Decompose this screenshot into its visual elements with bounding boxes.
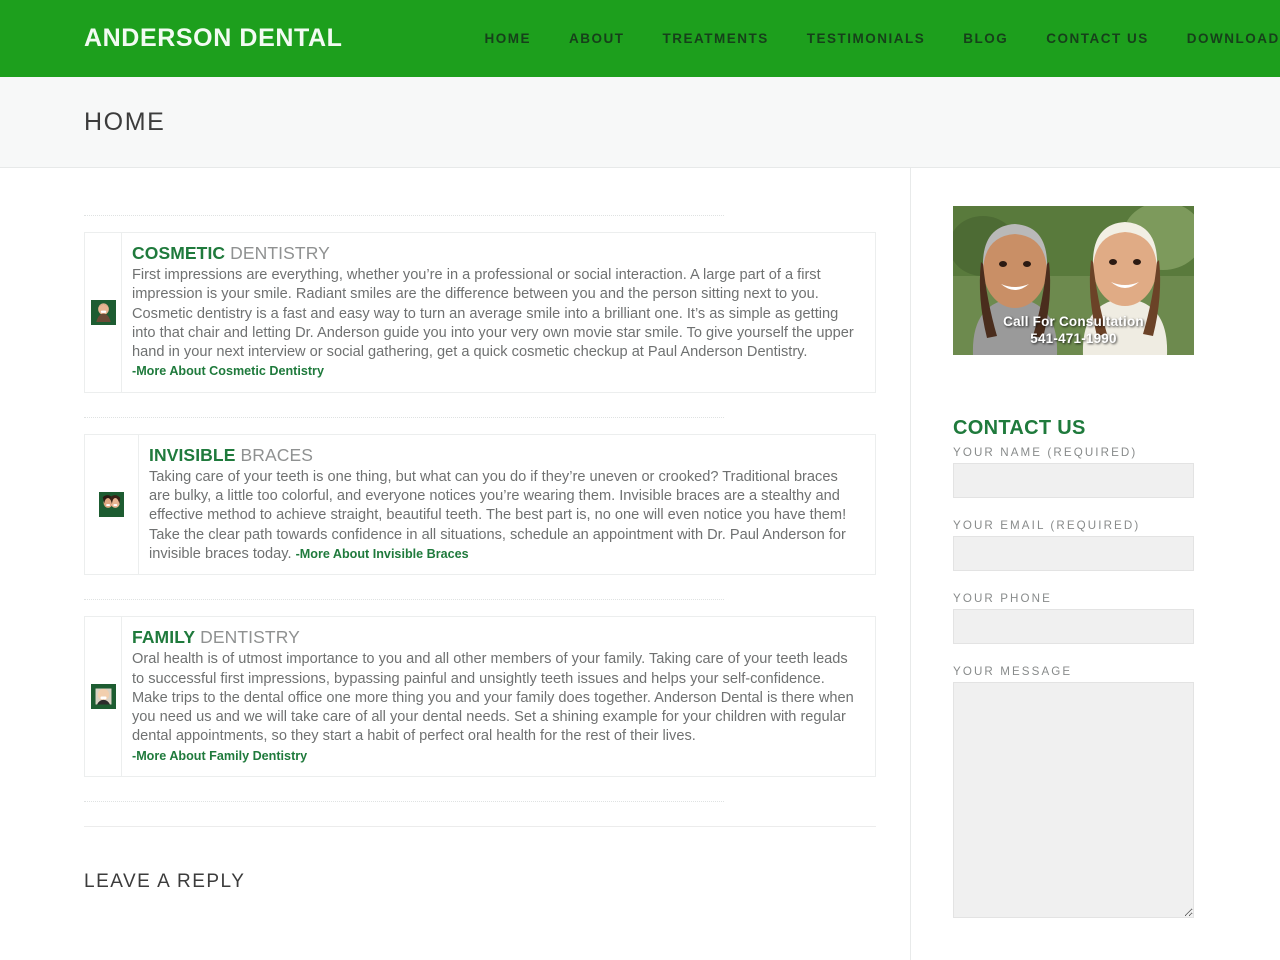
divider-dotted-bottom — [84, 801, 724, 803]
field-group-message: YOUR MESSAGE — [953, 665, 1280, 918]
more-link-cosmetic-dentistry[interactable]: -More About Cosmetic Dentistry — [132, 364, 324, 378]
call-for-consultation-banner[interactable]: Call For Consultation 541-471-1990 — [953, 206, 1194, 355]
service-title-rest: BRACES — [235, 444, 314, 465]
content-horizontal-rule — [84, 826, 876, 828]
thumbnail-cell — [85, 233, 122, 392]
your-phone-label: YOUR PHONE — [953, 592, 1052, 605]
page-title-bar: HOME — [0, 77, 1280, 168]
contact-form: YOUR NAME (REQUIRED) YOUR EMAIL (REQUIRE… — [953, 446, 1280, 918]
service-title-keyword: COSMETIC — [132, 243, 226, 263]
service-body-invisible-braces: Taking care of your teeth is one thing, … — [149, 468, 861, 564]
service-text-cell: COSMETIC DENTISTRY First impressions are… — [122, 233, 875, 392]
service-body-family-dentistry: Oral health is of utmost importance to y… — [132, 650, 861, 766]
site-brand-logo[interactable]: ANDERSON DENTAL — [84, 24, 343, 53]
promo-caption: Call For Consultation 541-471-1990 — [953, 313, 1194, 347]
service-block-cosmetic-dentistry: COSMETIC DENTISTRY First impressions are… — [84, 232, 876, 393]
field-group-phone: YOUR PHONE — [953, 592, 1280, 644]
page-body: COSMETIC DENTISTRY First impressions are… — [0, 168, 1280, 960]
divider-dotted-2 — [84, 599, 724, 601]
nav-item-blog[interactable]: BLOG — [944, 31, 1027, 46]
service-title-family-dentistry: FAMILY DENTISTRY — [132, 627, 861, 648]
promo-caption-line2: 541-471-1990 — [1030, 331, 1117, 346]
your-email-label: YOUR EMAIL (REQUIRED) — [953, 519, 1141, 532]
thumbnail-cell — [85, 617, 122, 777]
service-body-cosmetic-dentistry: First impressions are everything, whethe… — [132, 266, 861, 382]
nav-item-home[interactable]: HOME — [466, 31, 551, 46]
your-phone-field[interactable] — [953, 609, 1194, 644]
field-group-email: YOUR EMAIL (REQUIRED) — [953, 519, 1280, 571]
service-title-rest: DENTISTRY — [225, 243, 330, 263]
main-content-column: COSMETIC DENTISTRY First impressions are… — [0, 168, 911, 960]
your-name-label: YOUR NAME (REQUIRED) — [953, 446, 1138, 459]
site-header: ANDERSON DENTAL HOME ABOUT TREATMENTS TE… — [0, 0, 1280, 77]
nav-item-about[interactable]: ABOUT — [550, 31, 644, 46]
nav-item-testimonials[interactable]: TESTIMONIALS — [788, 31, 945, 46]
field-group-name: YOUR NAME (REQUIRED) — [953, 446, 1280, 498]
your-name-field[interactable] — [953, 463, 1194, 498]
main-navigation: HOME ABOUT TREATMENTS TESTIMONIALS BLOG … — [466, 31, 1280, 46]
nav-item-treatments[interactable]: TREATMENTS — [644, 31, 788, 46]
divider-dotted-1 — [84, 416, 724, 418]
nav-item-downloads[interactable]: DOWNLOADS — [1168, 31, 1280, 46]
promo-caption-line1: Call For Consultation — [1003, 314, 1144, 329]
service-title-rest: DENTISTRY — [195, 627, 300, 648]
invisible-braces-thumbnail-icon — [99, 492, 124, 518]
family-dentistry-thumbnail-icon — [90, 684, 116, 710]
nav-item-contact-us[interactable]: CONTACT US — [1027, 31, 1168, 46]
sidebar-column: Call For Consultation 541-471-1990 CONTA… — [911, 168, 1280, 960]
divider-dotted-top — [84, 215, 724, 216]
leave-a-reply-heading: LEAVE A REPLY — [84, 871, 246, 893]
service-body-text: Oral health is of utmost importance to y… — [132, 651, 854, 745]
more-link-family-dentistry[interactable]: -More About Family Dentistry — [132, 749, 307, 763]
service-text-cell: INVISIBLE BRACES Taking care of your tee… — [139, 435, 875, 574]
cosmetic-dentistry-thumbnail-icon — [90, 299, 116, 325]
service-block-invisible-braces: INVISIBLE BRACES Taking care of your tee… — [84, 433, 876, 576]
your-message-field[interactable] — [953, 682, 1194, 918]
page-title: HOME — [84, 107, 166, 136]
service-title-invisible-braces: INVISIBLE BRACES — [149, 445, 861, 466]
service-title-cosmetic-dentistry: COSMETIC DENTISTRY — [132, 243, 861, 264]
your-message-label: YOUR MESSAGE — [953, 665, 1073, 678]
service-title-keyword: FAMILY — [132, 627, 196, 648]
thumbnail-cell — [85, 434, 139, 575]
service-text-cell: FAMILY DENTISTRY Oral health is of utmos… — [122, 617, 875, 776]
service-body-text: First impressions are everything, whethe… — [132, 267, 854, 361]
more-link-invisible-braces[interactable]: -More About Invisible Braces — [296, 547, 469, 561]
service-block-family-dentistry: FAMILY DENTISTRY Oral health is of utmos… — [84, 616, 876, 778]
contact-us-widget-title: CONTACT US — [953, 417, 1086, 439]
service-title-keyword: INVISIBLE — [149, 444, 236, 465]
service-body-text: Taking care of your teeth is one thing, … — [149, 468, 847, 562]
your-email-field[interactable] — [953, 536, 1194, 571]
